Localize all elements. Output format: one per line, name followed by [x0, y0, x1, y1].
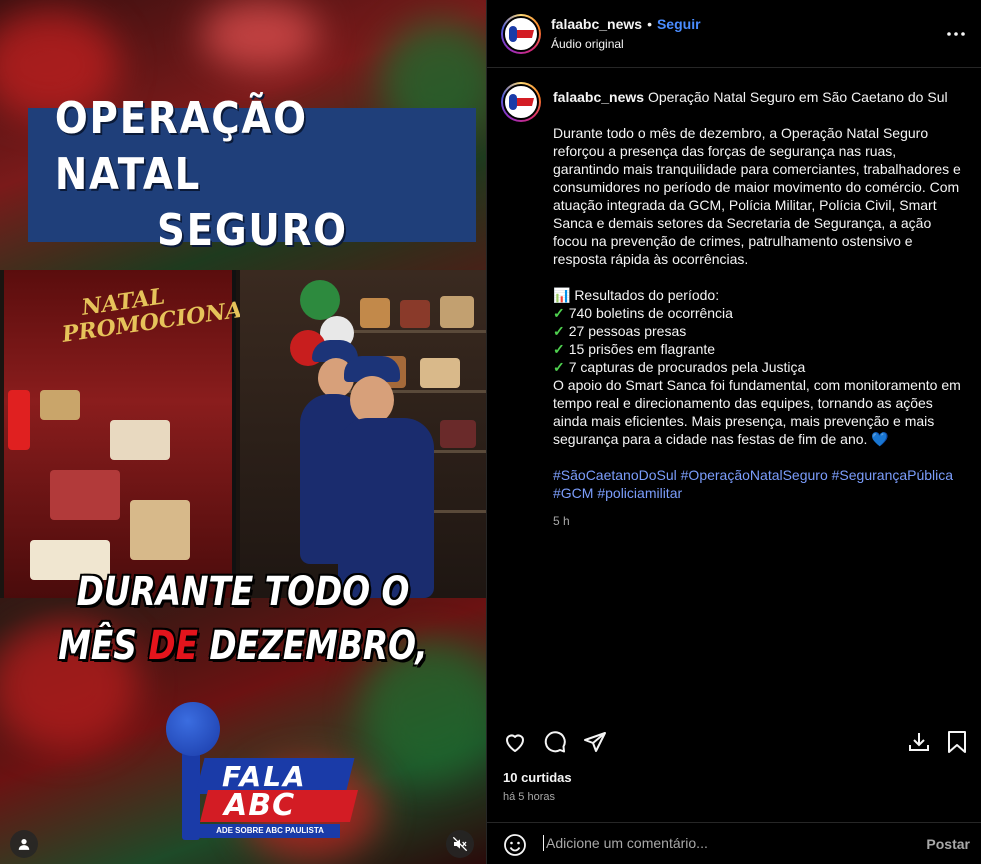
fala-abc-logo: FALA ABC ADE SOBRE ABC PAULISTA: [160, 700, 360, 850]
avatar-image: [503, 84, 539, 120]
tagged-users-button[interactable]: [10, 830, 38, 858]
post-header: falaabc_news • Seguir Áudio original: [487, 0, 981, 68]
results-title: 📊 Resultados do período:: [553, 287, 720, 303]
caption-timestamp[interactable]: 5 h: [553, 512, 963, 530]
handbag: [440, 296, 474, 328]
balloon: [300, 280, 340, 320]
bokeh-light: [200, 0, 320, 70]
separator: •: [647, 16, 652, 32]
checkmark-icon: ✓: [553, 305, 565, 321]
send-icon: [584, 732, 606, 752]
result-item: ✓ 740 boletins de ocorrência: [553, 305, 733, 321]
caption-paragraph-1: Durante todo o mês de dezembro, a Operaç…: [553, 125, 961, 267]
bookmark-icon: [948, 731, 966, 753]
caption-word: DEZEMBRO,: [209, 623, 428, 669]
post-viewer: OPERAÇÃO NATAL SEGURO NATAL PROMOCIONAL: [0, 0, 981, 864]
user-icon: [18, 839, 30, 850]
checkmark-icon: ✓: [553, 323, 565, 339]
title-line-2: SEGURO: [156, 205, 348, 256]
shelf: [340, 330, 486, 333]
caption-username[interactable]: falaabc_news: [553, 89, 644, 105]
product: [130, 500, 190, 560]
handbag: [420, 358, 460, 388]
product: [50, 470, 120, 520]
heart-icon: [506, 734, 524, 752]
handbag: [440, 420, 476, 448]
fala-abc-logo-icon: [509, 94, 534, 110]
download-icon: [909, 733, 929, 751]
caption-word: MÊS: [58, 623, 137, 669]
red-ribbon: [8, 390, 30, 450]
storefront-photo: NATAL PROMOCIONAL: [0, 270, 486, 598]
avatar[interactable]: [501, 14, 541, 54]
share-button[interactable]: [581, 728, 609, 756]
comment-input[interactable]: Adicione um comentário...: [543, 835, 903, 851]
audio-link[interactable]: Áudio original: [551, 37, 624, 51]
caption-word-highlight: DE: [148, 623, 198, 669]
mute-button[interactable]: [446, 830, 474, 858]
like-button[interactable]: [501, 728, 529, 756]
save-button[interactable]: [943, 728, 971, 756]
post-time[interactable]: há 5 horas: [503, 791, 555, 803]
caption-paragraph-2: O apoio do Smart Sanca foi fundamental, …: [553, 377, 961, 447]
hashtags-line-1[interactable]: #SãoCaetanoDoSul #OperaçãoNatalSeguro #S…: [553, 466, 963, 484]
video-caption-line-1: DURANTE TODO O: [76, 569, 410, 615]
post-media[interactable]: OPERAÇÃO NATAL SEGURO NATAL PROMOCIONAL: [0, 0, 486, 864]
title-line-1: OPERAÇÃO NATAL: [54, 93, 308, 200]
emoji-icon[interactable]: [503, 833, 527, 857]
logo-tagline: ADE SOBRE ABC PAULISTA: [200, 824, 340, 838]
product: [110, 420, 170, 460]
post-comment-button[interactable]: Postar: [926, 836, 970, 852]
handbag: [400, 300, 430, 328]
caption-body: falaabc_news Operação Natal Seguro em Sã…: [553, 88, 963, 530]
officer-head: [350, 376, 394, 424]
result-item: ✓ 27 pessoas presas: [553, 323, 687, 339]
follow-button[interactable]: Seguir: [657, 16, 701, 32]
action-bar: [487, 722, 981, 762]
more-options-button[interactable]: [946, 24, 966, 44]
comment-icon: [544, 731, 566, 753]
product: [40, 390, 80, 420]
logo-abc: ABC: [224, 788, 296, 823]
fala-abc-logo-icon: [509, 26, 534, 42]
logo-microphone-handle: [182, 752, 200, 840]
handbag: [360, 298, 390, 328]
title-banner: OPERAÇÃO NATAL SEGURO: [28, 93, 476, 256]
result-item: ✓ 7 capturas de procurados pela Justiça: [553, 359, 806, 375]
likes-count[interactable]: 10 curtidas: [503, 770, 572, 785]
checkmark-icon: ✓: [553, 341, 565, 357]
hashtags-line-2[interactable]: #GCM #policiamilitar: [553, 484, 963, 502]
more-icon: [947, 32, 965, 36]
avatar-image: [503, 16, 539, 52]
post-side-panel: falaabc_news • Seguir Áudio original falaa…: [486, 0, 981, 864]
muted-speaker-icon: [452, 836, 468, 852]
header-user-row: falaabc_news • Seguir: [551, 16, 701, 34]
checkmark-icon: ✓: [553, 359, 565, 375]
comment-button[interactable]: [541, 728, 569, 756]
caption-headline: Operação Natal Seguro em São Caetano do …: [647, 89, 948, 105]
microphone-icon: [166, 702, 220, 756]
comment-composer: Adicione um comentário... Postar: [487, 822, 981, 864]
avatar[interactable]: [501, 82, 541, 122]
username-link[interactable]: falaabc_news: [551, 16, 642, 32]
result-item: ✓ 15 prisões em flagrante: [553, 341, 716, 357]
download-button[interactable]: [905, 728, 933, 756]
video-caption-line-2: MÊS DE DEZEMBRO,: [44, 620, 443, 672]
caption-headline-row: falaabc_news Operação Natal Seguro em Sã…: [553, 88, 963, 106]
